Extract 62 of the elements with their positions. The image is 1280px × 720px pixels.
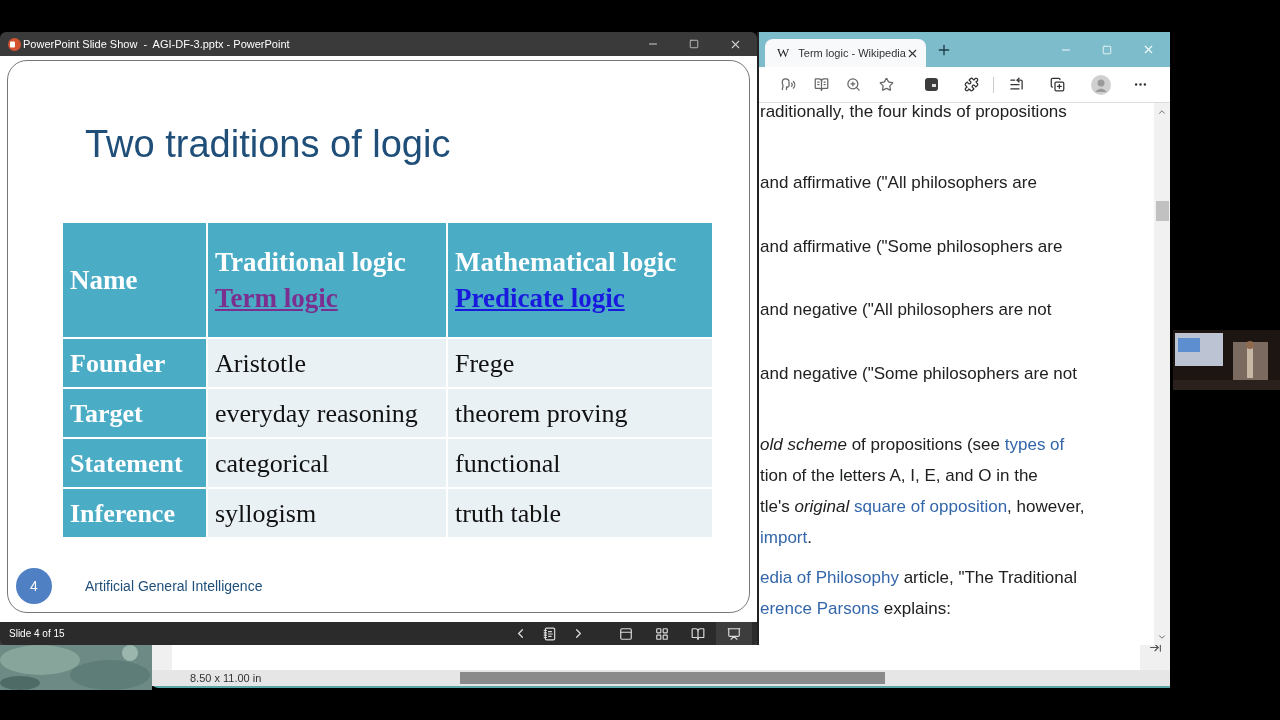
- table-cell: truth table: [447, 488, 713, 538]
- article-text: old scheme of propositions (see types of: [760, 434, 1066, 456]
- view-icon: [726, 626, 741, 641]
- view-button[interactable]: [715, 622, 752, 645]
- view-icon: [690, 626, 705, 641]
- view-icon: [618, 626, 633, 641]
- table-cell: categorical: [207, 438, 447, 488]
- zoom-icon[interactable]: [846, 77, 861, 92]
- extension-icon[interactable]: [925, 78, 938, 91]
- window-title: PowerPoint Slide Show - AGI-DF-3.pptx - PowerPoint: [23, 36, 290, 52]
- table-cell: theorem proving: [447, 388, 713, 438]
- read-aloud-icon[interactable]: [781, 77, 796, 92]
- article-link[interactable]: square of opposition: [854, 497, 1008, 516]
- header-cell: Traditional logic Term logic: [207, 222, 447, 338]
- profile-avatar-icon[interactable]: [1091, 74, 1111, 95]
- slide-number-badge: 4: [16, 568, 52, 604]
- row-header-cell: Target: [62, 388, 207, 438]
- header-cell: Name: [62, 222, 207, 338]
- horizontal-scrollbar[interactable]: [460, 672, 885, 684]
- article-link[interactable]: types of: [1004, 435, 1065, 454]
- notes-icon[interactable]: [542, 626, 557, 641]
- scroll-thumb[interactable]: [1155, 201, 1169, 221]
- maximize-icon[interactable]: [689, 39, 699, 49]
- favorites-icon[interactable]: [1009, 77, 1024, 92]
- article-text: and affirmative ("Some philosophers are: [760, 235, 1064, 258]
- row-header-cell: Founder: [62, 338, 207, 388]
- puzzle-icon[interactable]: [964, 77, 979, 92]
- article-text: import.: [760, 527, 813, 549]
- slide-title: Two traditions of logic: [85, 122, 451, 167]
- article-text: and negative ("Some philosophers are not: [760, 362, 1078, 385]
- article-text: edia of Philosophy article, "The Traditional: [760, 567, 1078, 589]
- table-cell: Aristotle: [207, 338, 447, 388]
- slide-counter: Slide 4 of 15: [9, 627, 65, 641]
- browser-tab[interactable]: W Term logic - Wikipedia: [765, 39, 926, 67]
- app-logo-icon: [8, 37, 21, 51]
- table-cell: syllogism: [207, 488, 447, 538]
- collections-icon[interactable]: [1050, 77, 1065, 92]
- reader-icon[interactable]: [814, 77, 829, 92]
- article-text: raditionally, the four kinds of propositions: [760, 103, 1068, 123]
- table-cell: functional: [447, 438, 713, 488]
- article-text: tion of the letters A, I, E, and O in the: [760, 465, 1039, 487]
- row-header-cell: Statement: [62, 438, 207, 488]
- article-text: tle's original square of opposition, however,: [760, 496, 1086, 518]
- header-link[interactable]: Predicate logic: [455, 283, 625, 313]
- tab-title: Term logic - Wikipedia: [798, 45, 906, 61]
- table-cell: everyday reasoning: [207, 388, 447, 438]
- scroll-up-icon[interactable]: [1157, 107, 1167, 117]
- article-link[interactable]: erence Parsons: [760, 599, 880, 618]
- vertical-scrollbar[interactable]: [1154, 103, 1170, 645]
- slide-footer: Artificial General Intelligence: [85, 575, 263, 597]
- article-link[interactable]: edia of Philosophy: [760, 568, 899, 587]
- row-header-cell: Inference: [62, 488, 207, 538]
- article-text: erence Parsons explains:: [760, 598, 952, 620]
- page-size-label: 8.50 x 11.00 in: [190, 670, 263, 686]
- article-text: and negative ("All philosophers are not: [760, 299, 1053, 321]
- view-icon: [654, 626, 669, 641]
- article-text: and affirmative ("All philosophers are: [760, 172, 1038, 194]
- favorite-icon[interactable]: [879, 77, 894, 92]
- favicon: W: [777, 44, 790, 63]
- article-link[interactable]: import: [760, 528, 808, 547]
- header-cell: Mathematical logic Predicate logic: [447, 222, 713, 338]
- table-cell: Frege: [447, 338, 713, 388]
